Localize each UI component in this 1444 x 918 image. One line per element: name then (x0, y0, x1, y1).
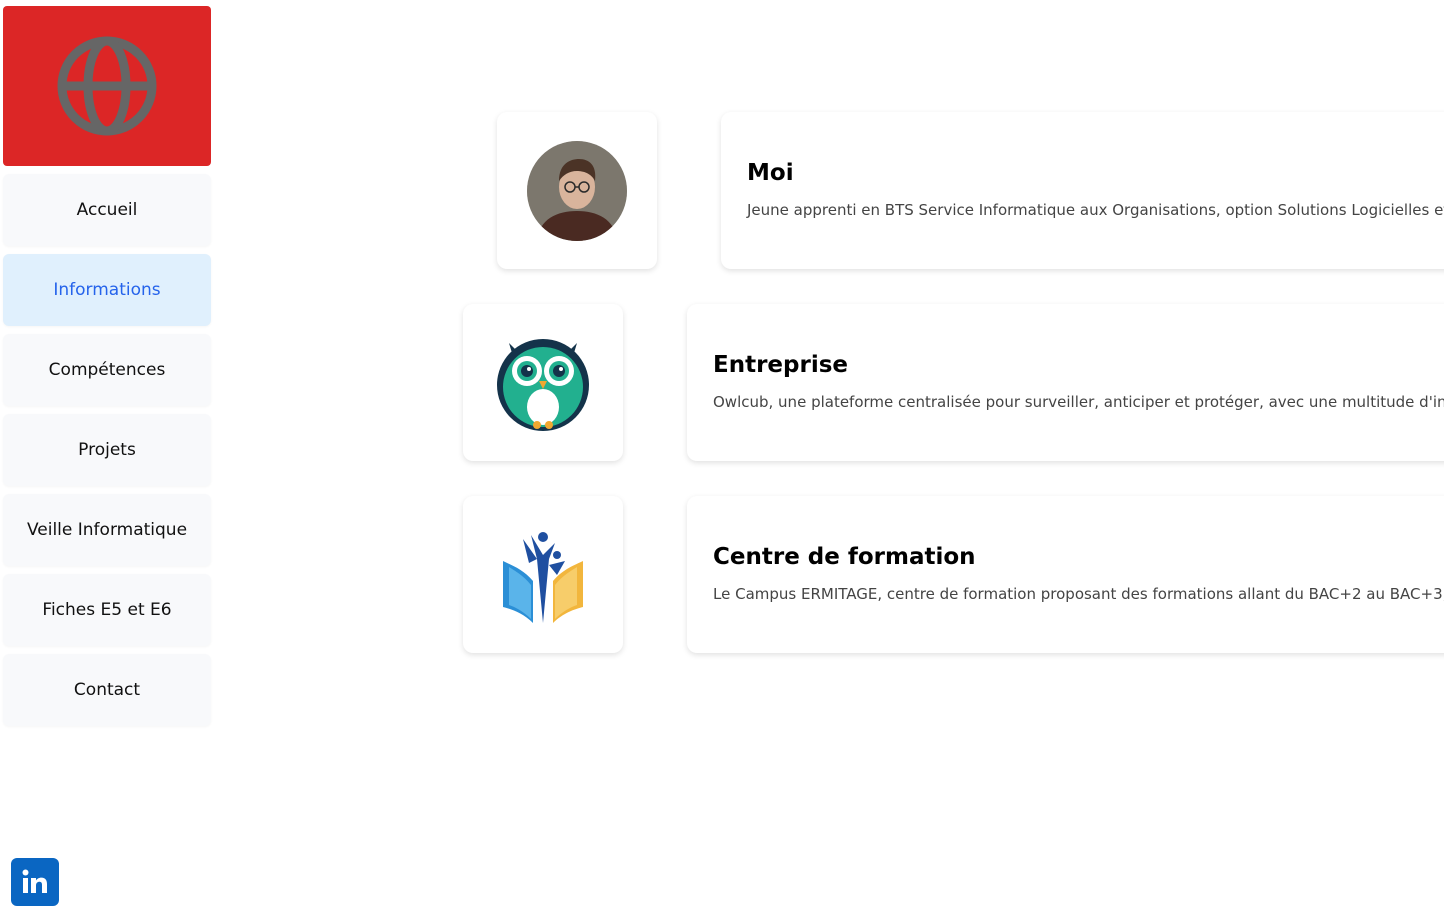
card-description: Le Campus ERMITAGE, centre de formation … (713, 585, 1444, 603)
sidebar-item-informations[interactable]: Informations (3, 254, 211, 326)
card-description: Jeune apprenti en BTS Service Informatiq… (747, 201, 1444, 219)
sidebar-item-competences[interactable]: Compétences (3, 334, 211, 406)
profile-photo (527, 140, 627, 241)
globe-icon (57, 36, 157, 136)
sidebar-nav: Accueil Informations Compétences Projets… (3, 174, 211, 734)
sidebar-item-projets[interactable]: Projets (3, 414, 211, 486)
linkedin-button[interactable] (11, 858, 59, 906)
entreprise-card: Entreprise Owlcub, une plateforme centra… (687, 304, 1444, 461)
card-description: Owlcub, une plateforme centralisée pour … (713, 393, 1444, 411)
sidebar-item-label: Informations (53, 280, 161, 300)
sidebar-item-label: Fiches E5 et E6 (42, 600, 172, 620)
sidebar-item-label: Contact (73, 680, 141, 700)
card-title: Moi (747, 160, 794, 186)
sidebar-item-veille[interactable]: Veille Informatique (3, 494, 211, 566)
page: Accueil Informations Compétences Projets… (0, 0, 1444, 918)
sidebar-item-accueil[interactable]: Accueil (3, 174, 211, 246)
sidebar-item-label: Veille Informatique (26, 520, 188, 540)
formation-card: Centre de formation Le Campus ERMITAGE, … (687, 496, 1444, 653)
book-people-logo-icon (503, 531, 583, 623)
linkedin-icon (22, 869, 47, 893)
site-logo[interactable] (3, 6, 211, 166)
sidebar-item-label: Accueil (76, 200, 138, 220)
card-title: Entreprise (713, 352, 849, 378)
card-title: Centre de formation (713, 544, 976, 570)
owl-logo-icon (497, 338, 589, 431)
moi-image-card (497, 112, 657, 269)
sidebar-item-label: Compétences (48, 360, 166, 380)
entreprise-image-card (463, 304, 623, 461)
sidebar-item-label: Projets (78, 440, 136, 460)
sidebar-item-contact[interactable]: Contact (3, 654, 211, 726)
sidebar-item-fiches[interactable]: Fiches E5 et E6 (3, 574, 211, 646)
formation-image-card (463, 496, 623, 653)
moi-card: Moi Jeune apprenti en BTS Service Inform… (721, 112, 1444, 269)
